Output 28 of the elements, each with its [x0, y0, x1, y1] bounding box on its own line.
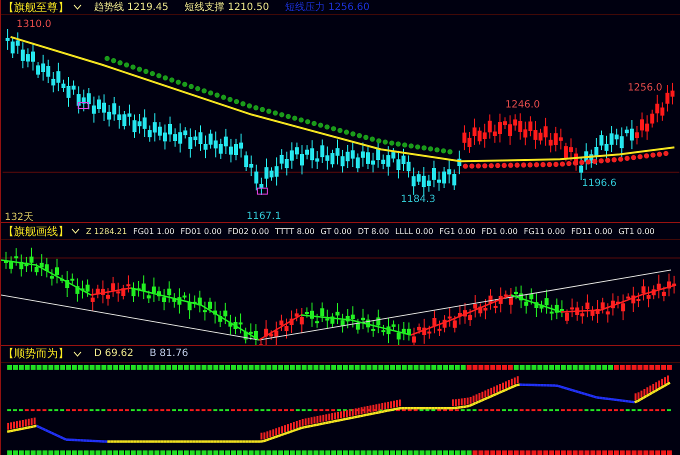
price-label: 1167.1	[246, 211, 282, 222]
indicator-value: 短线压力 1256.60	[285, 0, 370, 14]
indicator-value: B 81.76	[150, 348, 188, 360]
price-label: 1246.0	[505, 100, 540, 111]
price-label: 1310.0	[16, 18, 52, 30]
indicator-value: FD02 0.00	[228, 226, 270, 236]
price-label: 1256.0	[628, 82, 662, 94]
indicator-value: GT1 0.00	[618, 226, 655, 236]
period-label: 132天	[4, 212, 34, 222]
indicator-value: FD01 0.00	[180, 226, 222, 236]
indicator-title[interactable]: 【顺势而为】	[3, 346, 69, 362]
indicator-value: 趋势线 1219.45	[94, 0, 169, 14]
price-label: 1184.3	[400, 194, 436, 206]
indicator-value: FG11 0.00	[524, 226, 566, 236]
indicator-value: DT 8.00	[358, 226, 390, 236]
indicator-title[interactable]: 【旗舰至尊】	[3, 0, 69, 14]
indicator-value: D 69.62	[94, 348, 134, 360]
indicator-value: FD1 0.00	[482, 226, 518, 236]
indicator-value: FG1 0.00	[439, 226, 476, 236]
price-label: 1196.6	[582, 178, 617, 190]
indicator-value: GT 0.00	[320, 226, 352, 236]
indicator-value: LLLL 0.00	[395, 226, 434, 236]
indicator-value: FG01 1.00	[133, 226, 174, 236]
indicator-value: TTTT 8.00	[275, 226, 315, 236]
indicator-title[interactable]: 【旗舰画线】	[3, 224, 69, 238]
indicator-value: FD11 0.00	[571, 226, 612, 236]
indicator-value: 短线支撑 1210.50	[184, 0, 270, 14]
indicator-value: Z 1284.21	[86, 226, 128, 236]
